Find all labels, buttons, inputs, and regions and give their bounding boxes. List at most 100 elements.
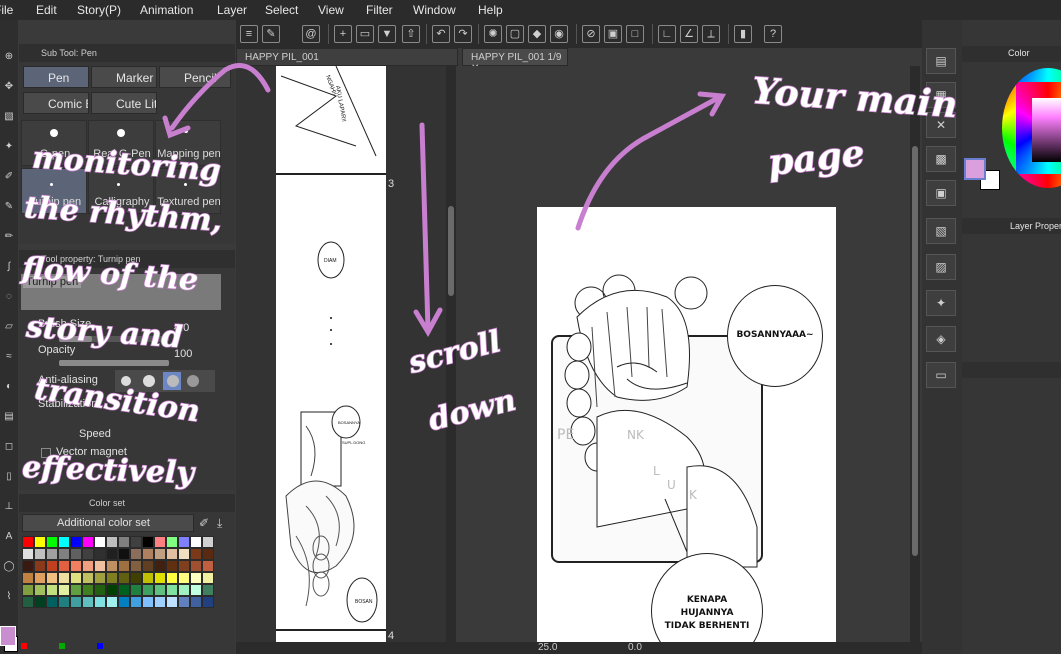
snap-icon[interactable]: ⟂ (702, 25, 720, 43)
wand-tool-icon[interactable]: ✦ (2, 140, 16, 154)
tab-page-manager[interactable]: HAPPY PIL_001 (236, 48, 458, 66)
color-swatch[interactable] (190, 596, 202, 608)
color-swatch[interactable] (34, 584, 46, 596)
figure-icon[interactable]: ✦ (926, 290, 956, 316)
color-swatch[interactable] (130, 560, 142, 572)
color-swatch[interactable] (70, 560, 82, 572)
canvas-scrollbar[interactable] (910, 66, 920, 642)
color-swatch[interactable] (46, 596, 58, 608)
opacity-slider[interactable] (59, 360, 169, 366)
3d-icon[interactable]: ◈ (926, 326, 956, 352)
eraser-tool-icon[interactable]: ▱ (2, 320, 16, 334)
color-swatch[interactable] (154, 560, 166, 572)
crop-icon[interactable]: □ (626, 25, 644, 43)
color-swatch[interactable] (46, 548, 58, 560)
transform-icon[interactable]: ◉ (550, 25, 568, 43)
edit-icon[interactable]: ✎ (262, 25, 280, 43)
color-swatch[interactable] (34, 560, 46, 572)
color-swatch[interactable] (178, 572, 190, 584)
color-swatch[interactable] (166, 536, 178, 548)
color-swatch[interactable] (58, 560, 70, 572)
ruler-icon[interactable]: ∟ (658, 25, 676, 43)
angle-value[interactable]: 0.0 (628, 642, 642, 653)
color-swatch[interactable] (58, 584, 70, 596)
zoom-value[interactable]: 25.0 (538, 642, 557, 653)
blend-tool-icon[interactable]: ≈ (2, 350, 16, 364)
color-swatch[interactable] (130, 572, 142, 584)
color-swatch[interactable] (202, 536, 214, 548)
color-swatch[interactable] (58, 548, 70, 560)
color-swatch[interactable] (46, 572, 58, 584)
color-swatch[interactable] (106, 596, 118, 608)
color-swatch[interactable] (166, 584, 178, 596)
color-swatch[interactable] (82, 584, 94, 596)
color-swatch[interactable] (166, 572, 178, 584)
color-swatch[interactable] (94, 560, 106, 572)
grid-icon[interactable]: ▩ (926, 146, 956, 172)
frame-tool-icon[interactable]: ▯ (2, 470, 16, 484)
menu-layer[interactable]: Layer (217, 3, 247, 17)
color-swatch[interactable] (178, 560, 190, 572)
color-swatch[interactable] (154, 596, 166, 608)
color-swatch[interactable] (118, 536, 130, 548)
undo-icon[interactable]: ↶ (432, 25, 450, 43)
menu-help[interactable]: Help (478, 3, 503, 17)
color-swatch[interactable] (22, 584, 34, 596)
subtool-group-cute[interactable]: Cute Little (91, 92, 157, 114)
color-swatch[interactable] (166, 560, 178, 572)
invert-icon[interactable]: ▣ (604, 25, 622, 43)
zoom-tool-icon[interactable]: ⊕ (2, 50, 16, 64)
pencil-tool-icon[interactable]: ✏ (2, 230, 16, 244)
color-tab[interactable]: Color (962, 46, 1061, 62)
swirl-icon[interactable]: @ (302, 25, 320, 43)
menu-filter[interactable]: Filter (366, 3, 393, 17)
color-swatch[interactable] (58, 536, 70, 548)
color-swatch[interactable] (202, 548, 214, 560)
color-swatch[interactable] (130, 536, 142, 548)
color-swatch[interactable] (46, 584, 58, 596)
folder-icon[interactable]: ▭ (926, 362, 956, 388)
color-swatch[interactable] (46, 560, 58, 572)
subtool-group-marker[interactable]: Marker (91, 66, 157, 88)
color-swatch[interactable] (82, 560, 94, 572)
color-swatch[interactable] (178, 536, 190, 548)
color-swatch[interactable] (190, 572, 202, 584)
pen-tool-icon[interactable]: ✎ (2, 200, 16, 214)
fill-tool-icon[interactable]: ◐ (2, 380, 16, 394)
color-swatch[interactable] (166, 548, 178, 560)
color-swatch[interactable] (142, 548, 154, 560)
subtool-group-pen[interactable]: Pen (23, 66, 89, 88)
color-swatch[interactable] (22, 536, 34, 548)
airbrush-tool-icon[interactable]: ◌ (2, 290, 16, 304)
ruler-edit-icon[interactable]: ∠ (680, 25, 698, 43)
layer-property-tab[interactable]: Layer Property (962, 218, 1061, 234)
menu-select[interactable]: Select (265, 3, 298, 17)
animation-icon[interactable]: ▧ (926, 218, 956, 244)
color-square[interactable] (1032, 98, 1061, 162)
color-swatch[interactable] (46, 536, 58, 548)
color-swatch[interactable] (118, 560, 130, 572)
color-swatch[interactable] (106, 584, 118, 596)
loading-icon[interactable]: ✺ (484, 25, 502, 43)
color-swatch[interactable] (142, 596, 154, 608)
color-swatch[interactable] (130, 584, 142, 596)
page-strip[interactable]: NGAH!! AKU LAPAR!! DIAM BOSANNYA SUPL DO… (276, 66, 386, 642)
balloon-tool-icon[interactable]: ◯ (2, 560, 16, 574)
download-icon[interactable]: ⤓ (217, 516, 222, 531)
hamburger-icon[interactable]: ≡ (240, 25, 258, 43)
main-page[interactable]: PE NK L U K BOSANNYAAA~ KENAPA HUJANNYA … (537, 207, 836, 643)
color-swatch[interactable] (190, 560, 202, 572)
color-swatch[interactable] (22, 596, 34, 608)
color-swatch[interactable] (34, 536, 46, 548)
new-file-icon[interactable]: + (334, 25, 352, 43)
brush-tool-icon[interactable]: ∫ (2, 260, 16, 274)
color-swatch[interactable] (58, 572, 70, 584)
color-swatch[interactable] (202, 572, 214, 584)
color-swatch[interactable] (70, 596, 82, 608)
color-swatch[interactable] (82, 572, 94, 584)
menu-story[interactable]: Story(P) (77, 3, 121, 17)
clear-icon[interactable]: ▢ (506, 25, 524, 43)
color-swatch[interactable] (70, 584, 82, 596)
help-icon[interactable]: ? (764, 25, 782, 43)
redo-icon[interactable]: ↷ (454, 25, 472, 43)
